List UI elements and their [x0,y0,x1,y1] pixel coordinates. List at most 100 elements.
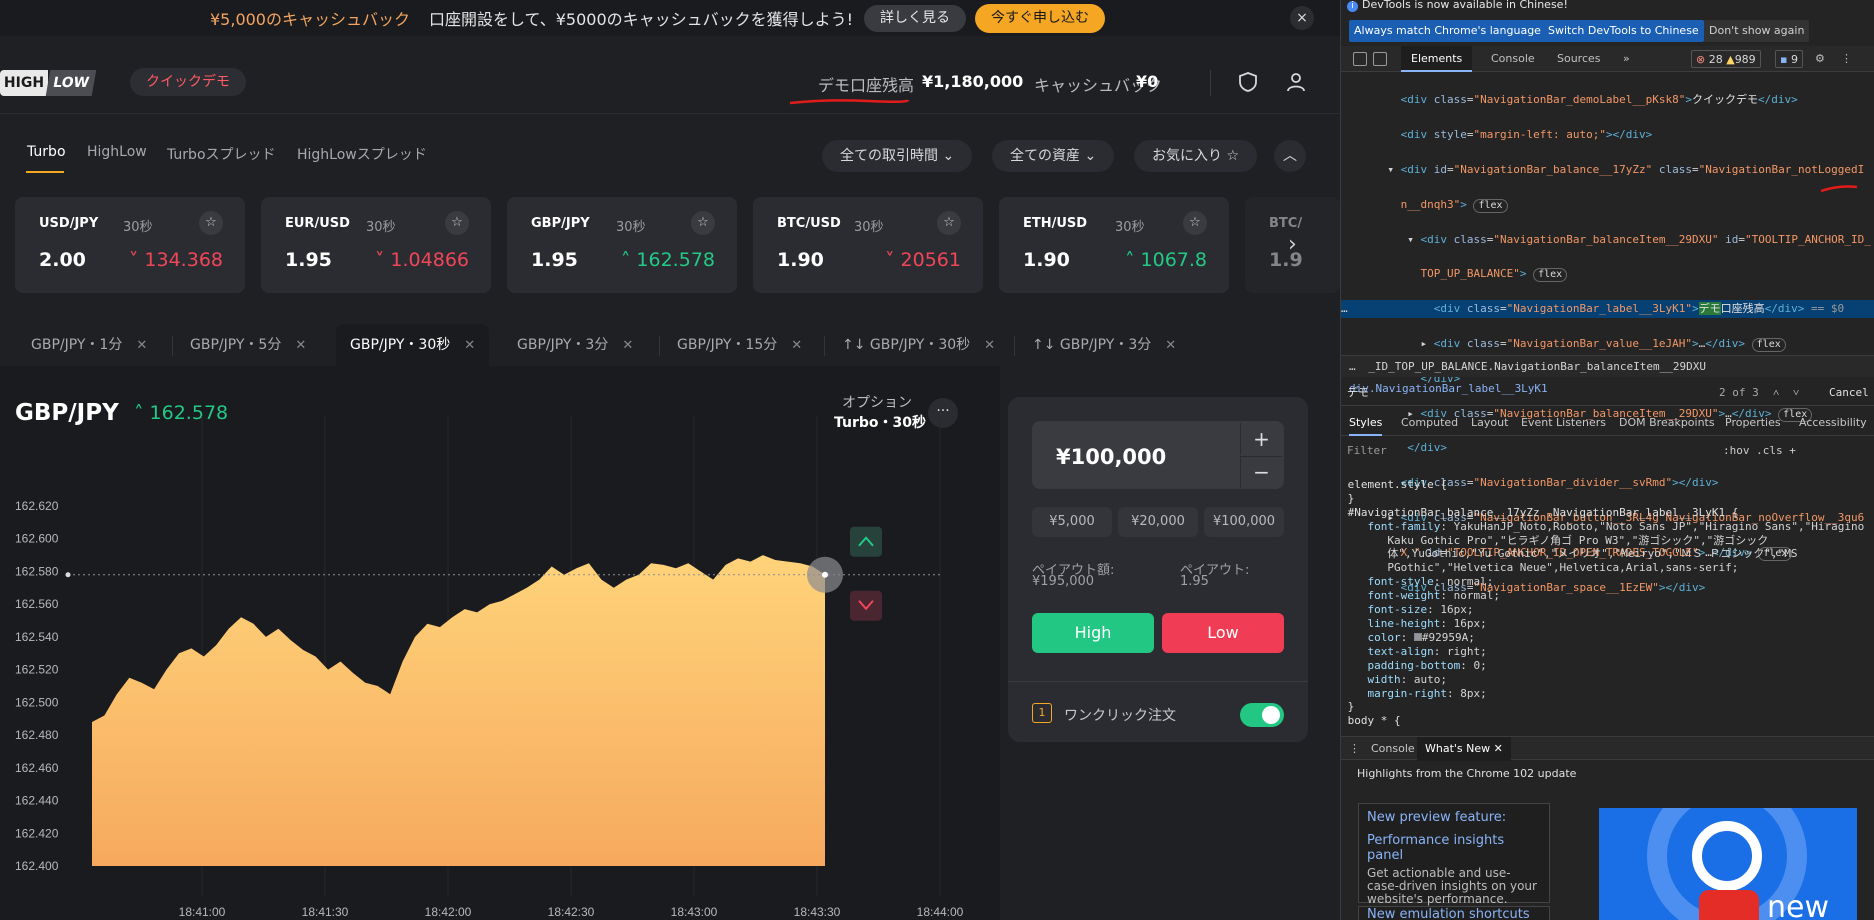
promo-message: 口座開設をして、¥5000のキャッシュバックを獲得しよう! [429,10,854,29]
user-icon[interactable] [1284,70,1308,94]
dom-line[interactable]: <div class="NavigationBar_demoLabel__pKs… [1341,91,1874,108]
asset-card[interactable]: USD/JPY 30秒 ☆ 2.00 ˅ 134.368 [15,197,245,293]
details-button[interactable]: 詳しく見る [864,5,966,32]
asset-payout: 1.90 [1023,249,1070,271]
tab-sources[interactable]: Sources [1557,46,1601,72]
search-cancel-button[interactable]: Cancel [1829,380,1869,406]
dom-line[interactable]: n__dnqh3"> flex [1341,196,1874,213]
tab-event-listeners[interactable]: Event Listeners [1521,410,1606,436]
apply-now-button[interactable]: 今すぐ申し込む [975,4,1105,33]
chevron-right-icon[interactable]: › [1288,232,1297,257]
more-tabs-icon[interactable]: » [1623,46,1630,72]
asset-price: ˅ 134.368 [129,249,223,271]
chart-tab[interactable]: GBP/JPY・5分 ✕ [176,324,320,366]
mode-turbo[interactable]: Turbo [27,144,66,160]
inspect-icon[interactable] [1353,52,1367,66]
news-thumbnail[interactable]: new [1599,808,1857,920]
search-prev-icon[interactable]: ˄ [1773,380,1779,406]
mode-highlow[interactable]: HighLow [87,144,147,160]
star-icon[interactable]: ☆ [1183,211,1207,235]
news-title[interactable]: New preview feature: [1367,810,1541,825]
mode-turbo-spread[interactable]: Turboスプレッド [167,144,276,164]
asset-filter[interactable]: 全ての資産 ⌄ [992,140,1115,172]
chart-tab[interactable]: ↑↓ GBP/JPY・30秒 ✕ [828,324,1009,366]
tab-computed[interactable]: Computed [1401,410,1458,436]
dom-line[interactable]: ▾ <div id="NavigationBar_balance__17yZz"… [1341,161,1874,178]
breadcrumb-ellipsis[interactable]: … [1349,360,1356,373]
drawer-tab-whats-new[interactable]: What's New ✕ [1417,737,1511,761]
close-icon[interactable]: ✕ [136,338,147,353]
tab-accessibility[interactable]: Accessibility [1799,410,1867,436]
close-icon[interactable]: ✕ [1494,742,1503,755]
preset-5000-button[interactable]: ¥5,000 [1032,507,1112,537]
asset-card[interactable]: ETH/USD 30秒 ☆ 1.90 ˄ 1067.8 [999,197,1229,293]
message-count[interactable]: ▪ 9 [1775,50,1803,68]
dom-line[interactable]: <div style="margin-left: auto;"></div> [1341,126,1874,143]
dom-line[interactable]: ▸ <div class="NavigationBar_value__1eJAH… [1341,335,1874,352]
plus-icon[interactable]: + [1240,423,1282,455]
chart-tab[interactable]: GBP/JPY・1分 ✕ [17,324,161,366]
close-icon[interactable]: ✕ [295,338,306,353]
favorites-filter[interactable]: お気に入り ☆ [1134,140,1258,172]
price-chart[interactable]: 162.620 162.600 162.580 162.560 162.540 162.5… [0,416,1000,920]
preset-20000-button[interactable]: ¥20,000 [1118,507,1198,537]
chart-tab[interactable]: ↑↓ GBP/JPY・3分 ✕ [1018,324,1190,366]
dom-line[interactable]: TOP_UP_BALANCE"> flex [1341,265,1874,283]
minus-icon[interactable]: − [1240,456,1282,488]
amount-input[interactable]: ¥100,000 + − [1032,421,1284,489]
preset-100000-button[interactable]: ¥100,000 [1204,507,1284,537]
trading-time-filter[interactable]: 全ての取引時間 ⌄ [822,140,973,172]
drawer-tab-console[interactable]: Console [1371,737,1415,761]
highlow-logo[interactable]: HIGH LOW [0,70,97,96]
settings-icon[interactable]: ⚙ [1815,46,1825,72]
low-button[interactable]: Low [1162,613,1284,653]
shield-icon[interactable] [1236,70,1260,94]
tab-elements[interactable]: Elements [1401,46,1473,72]
device-toolbar-icon[interactable] [1373,52,1387,66]
chart-tab[interactable]: GBP/JPY・30秒 ✕ [336,324,490,366]
tab-layout[interactable]: Layout [1471,410,1508,436]
chart-tab[interactable]: GBP/JPY・15分 ✕ [663,324,816,366]
kebab-menu-icon[interactable]: ⋮ [1841,46,1852,72]
styles-pane[interactable]: element.style { } #NavigationBar_balance… [1341,464,1874,734]
close-icon[interactable]: ✕ [1165,338,1176,353]
star-icon[interactable]: ☆ [691,211,715,235]
chart-tab[interactable]: GBP/JPY・3分 ✕ [503,324,647,366]
chevron-up-icon[interactable]: ︿ [1274,140,1306,172]
dom-line-selected[interactable]: … <div class="NavigationBar_label__3LyK1… [1341,300,1874,318]
close-icon[interactable]: ✕ [984,338,995,353]
asset-card[interactable]: BTC/USD 30秒 ☆ 1.90 ˅ 20561 [753,197,983,293]
switch-chinese-button[interactable]: Switch DevTools to Chinese [1543,20,1704,42]
tab-dom-breakpoints[interactable]: DOM Breakpoints [1619,410,1715,436]
star-icon[interactable]: ☆ [937,211,961,235]
close-icon[interactable]: ✕ [464,338,475,353]
asset-card[interactable]: GBP/JPY 30秒 ☆ 1.95 ˄ 162.578 [507,197,737,293]
tab-styles[interactable]: Styles [1349,410,1383,436]
star-icon[interactable]: ☆ [199,211,223,235]
high-button[interactable]: High [1032,613,1154,653]
drawer-menu-icon[interactable]: ⋮ [1349,737,1360,761]
tab-properties[interactable]: Properties [1725,410,1781,436]
one-click-toggle[interactable] [1240,703,1284,727]
news-card-2[interactable]: New emulation shortcuts in [1358,906,1550,920]
search-input[interactable]: デモ [1347,386,1369,399]
issue-counts[interactable]: ⊗ 28 ▲989 [1691,50,1761,68]
styles-filter-input[interactable]: Filter [1347,444,1387,457]
close-icon[interactable]: ✕ [791,338,802,353]
dom-tree[interactable]: <div class="NavigationBar_demoLabel__pKs… [1341,74,1874,594]
styles-filter-tools[interactable]: :hov .cls + [1723,440,1796,462]
match-language-button[interactable]: Always match Chrome's language [1349,20,1546,42]
close-icon[interactable]: × [1290,6,1314,30]
search-next-icon[interactable]: ˅ [1793,380,1799,406]
tab-console[interactable]: Console [1491,46,1535,72]
news-card[interactable]: New preview feature: Performance insight… [1358,803,1550,906]
close-icon[interactable]: ✕ [622,338,633,353]
asset-card[interactable]: EUR/USD 30秒 ☆ 1.95 ˅ 1.04866 [261,197,491,293]
dont-show-again-button[interactable]: Don't show again [1704,20,1810,42]
asset-price-value: 1.04866 [390,249,469,271]
news-subtitle[interactable]: Performance insights panel [1367,833,1541,863]
star-icon[interactable]: ☆ [445,211,469,235]
mode-highlow-spread[interactable]: HighLowスプレッド [297,144,427,164]
dom-line[interactable]: ▾ <div class="NavigationBar_balanceItem_… [1341,231,1874,248]
breadcrumb-parent[interactable]: _ID_TOP_UP_BALANCE.NavigationBar_balance… [1368,360,1706,373]
